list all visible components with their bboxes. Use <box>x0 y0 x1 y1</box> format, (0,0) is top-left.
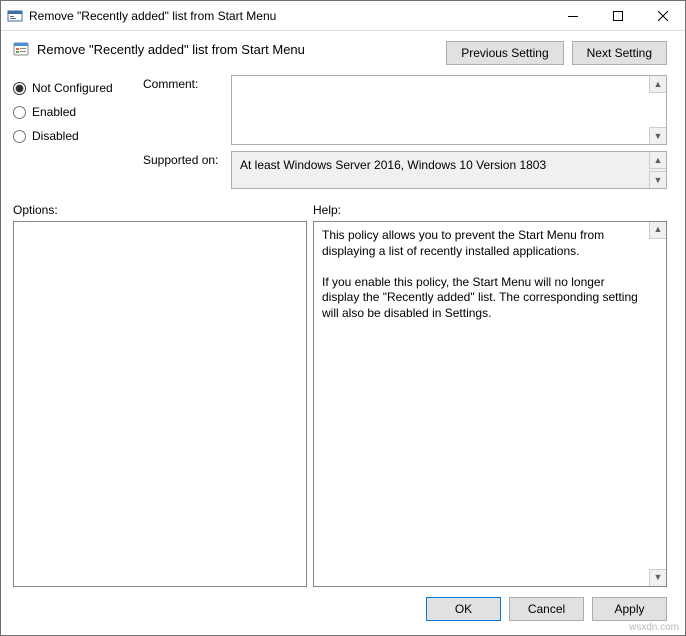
radio-disabled-input[interactable] <box>13 130 26 143</box>
radio-enabled-label: Enabled <box>32 105 76 119</box>
scroll-up-icon[interactable]: ▲ <box>649 222 666 239</box>
minimize-button[interactable] <box>550 1 595 30</box>
comment-label: Comment: <box>143 75 223 91</box>
comment-textbox[interactable]: ▲ ▼ <box>231 75 667 145</box>
cancel-button[interactable]: Cancel <box>509 597 584 621</box>
radio-enabled-input[interactable] <box>13 106 26 119</box>
dialog-window: Remove "Recently added" list from Start … <box>0 0 686 636</box>
caption-buttons <box>550 1 685 30</box>
radio-not-configured-input[interactable] <box>13 82 26 95</box>
policy-title: Remove "Recently added" list from Start … <box>37 41 446 57</box>
options-label: Options: <box>13 203 313 217</box>
options-pane <box>13 221 307 587</box>
scroll-up-icon[interactable]: ▲ <box>649 76 666 93</box>
radio-disabled-label: Disabled <box>32 129 79 143</box>
section-labels: Options: Help: <box>1 197 685 221</box>
close-button[interactable] <box>640 1 685 30</box>
ok-button[interactable]: OK <box>426 597 501 621</box>
radio-not-configured[interactable]: Not Configured <box>13 81 133 95</box>
policy-icon <box>13 41 29 57</box>
dialog-body: Remove "Recently added" list from Start … <box>1 31 685 635</box>
scroll-down-icon[interactable]: ▼ <box>649 569 666 586</box>
fields-column: Comment: ▲ ▼ Supported on: At least Wind… <box>143 75 667 189</box>
next-setting-button[interactable]: Next Setting <box>572 41 667 65</box>
radio-disabled[interactable]: Disabled <box>13 129 133 143</box>
radio-not-configured-label: Not Configured <box>32 81 113 95</box>
help-pane: This policy allows you to prevent the St… <box>313 221 667 587</box>
help-label: Help: <box>313 203 341 217</box>
supported-value: At least Windows Server 2016, Windows 10… <box>236 154 662 176</box>
panes: This policy allows you to prevent the St… <box>1 221 685 587</box>
scroll-up-icon[interactable]: ▲ <box>649 152 666 169</box>
supported-row: Supported on: At least Windows Server 20… <box>143 151 667 189</box>
window-title: Remove "Recently added" list from Start … <box>29 9 550 23</box>
watermark: wsxdn.com <box>629 622 679 633</box>
comment-row: Comment: ▲ ▼ <box>143 75 667 145</box>
supported-label: Supported on: <box>143 151 223 167</box>
help-text-p2: If you enable this policy, the Start Men… <box>322 275 642 322</box>
dialog-footer: OK Cancel Apply <box>1 587 685 635</box>
scroll-down-icon[interactable]: ▼ <box>649 127 666 144</box>
state-radio-group: Not Configured Enabled Disabled <box>13 75 133 189</box>
config-area: Not Configured Enabled Disabled Comment:… <box>1 71 685 197</box>
maximize-button[interactable] <box>595 1 640 30</box>
help-text-p1: This policy allows you to prevent the St… <box>322 228 642 259</box>
app-icon <box>7 8 23 24</box>
supported-textbox: At least Windows Server 2016, Windows 10… <box>231 151 667 189</box>
nav-buttons: Previous Setting Next Setting <box>446 41 667 65</box>
radio-enabled[interactable]: Enabled <box>13 105 133 119</box>
title-bar[interactable]: Remove "Recently added" list from Start … <box>1 1 685 31</box>
scroll-down-icon[interactable]: ▼ <box>649 171 666 188</box>
header-row: Remove "Recently added" list from Start … <box>1 31 685 71</box>
apply-button[interactable]: Apply <box>592 597 667 621</box>
previous-setting-button[interactable]: Previous Setting <box>446 41 563 65</box>
